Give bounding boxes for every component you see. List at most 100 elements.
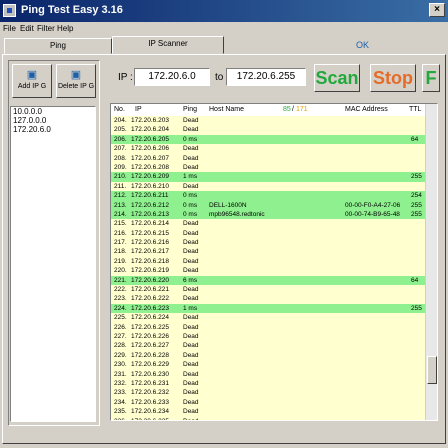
cell-no: 221. [114, 276, 127, 284]
cell-ip: 172.20.6.203 [131, 117, 169, 124]
header-mac[interactable]: MAC Address [345, 106, 388, 113]
cell-ping: Dead [183, 342, 199, 350]
menu-file[interactable]: File [3, 24, 16, 33]
cell-ip: 172.20.6.211 [131, 192, 169, 200]
list-item[interactable]: 10.0.0.0 [11, 107, 95, 116]
close-button[interactable]: × [429, 3, 445, 17]
cell-mac: 00-00-74-B9-65-48 [345, 210, 400, 218]
cell-ip: 172.20.6.219 [131, 267, 169, 275]
ip-group-list[interactable]: 10.0.0.0 127.0.0.0 172.20.6.0 [10, 106, 96, 422]
cell-no: 236. [114, 417, 127, 421]
header-no[interactable]: No. [114, 106, 125, 113]
table-row[interactable]: 234. 172.20.6.233 Dead [111, 397, 427, 408]
table-row[interactable]: 233. 172.20.6.232 Dead [111, 388, 427, 398]
table-row[interactable]: 222. 172.20.6.221 Dead [111, 285, 427, 295]
table-row[interactable]: 228. 172.20.6.227 Dead [111, 341, 427, 351]
add-ip-group-button[interactable]: ▣ Add IP G [12, 64, 52, 98]
table-row[interactable]: 212. 172.20.6.211 0 ms 254 [111, 191, 427, 201]
cell-no: 207. [114, 145, 127, 153]
list-item[interactable]: 172.20.6.0 [11, 125, 95, 134]
cell-ping: Dead [183, 248, 199, 256]
computer-icon: ▣ [26, 69, 38, 81]
table-row[interactable]: 226. 172.20.6.225 Dead [111, 322, 427, 332]
cell-ip: 172.20.6.222 [131, 295, 169, 303]
header-ping[interactable]: Ping [183, 106, 197, 113]
vertical-scrollbar[interactable] [425, 104, 437, 420]
app-icon [3, 4, 16, 17]
table-row[interactable]: 236. 172.20.6.235 Dead [111, 416, 427, 421]
menu-help[interactable]: Help [57, 24, 73, 33]
cell-ip: 172.20.6.226 [131, 332, 169, 340]
table-rows: 204. 172.20.6.203 Dead 205. 172.20.6.204 Dead… [111, 116, 427, 421]
cell-ip: 172.20.6.227 [131, 342, 169, 350]
menu-bar: File Edit Filter Help [0, 22, 448, 36]
table-row[interactable]: 217. 172.20.6.216 Dead [111, 238, 427, 248]
table-row[interactable]: 225. 172.20.6.224 Dead [111, 313, 427, 323]
ip-to-input[interactable]: 172.20.6.255 [226, 68, 306, 86]
cell-no: 209. [114, 163, 127, 171]
table-row[interactable]: 211. 172.20.6.210 Dead [111, 181, 427, 192]
cell-ip: 172.20.6.223 [131, 304, 169, 312]
cell-ping: Dead [183, 126, 199, 134]
alive-count: 85 [283, 106, 291, 113]
table-row[interactable]: 215. 172.20.6.214 Dead [111, 219, 427, 229]
table-row[interactable]: 207. 172.20.6.206 Dead [111, 144, 427, 154]
table-row[interactable]: 230. 172.20.6.229 Dead [111, 360, 427, 370]
cell-ping: Dead [183, 163, 199, 171]
cell-ttl: 254 [411, 192, 422, 200]
cell-ip: 172.20.6.218 [131, 257, 169, 265]
table-row[interactable]: 220. 172.20.6.219 Dead [111, 266, 427, 276]
cell-no: 205. [114, 126, 127, 134]
cell-ip: 172.20.6.228 [131, 351, 169, 359]
table-row[interactable]: 221. 172.20.6.220 6 ms 64 [111, 275, 427, 286]
cell-ttl: 255 [411, 201, 422, 209]
tab-ip-scanner[interactable]: IP Scanner [112, 36, 224, 54]
cell-ip: 172.20.6.232 [131, 389, 169, 397]
table-row[interactable]: 223. 172.20.6.222 Dead [111, 294, 427, 304]
filter-button[interactable]: F [422, 64, 440, 92]
cell-ip: 172.20.6.224 [131, 314, 169, 322]
table-row[interactable]: 229. 172.20.6.228 Dead [111, 350, 427, 361]
cell-no: 211. [114, 182, 127, 190]
cell-ip: 172.20.6.235 [131, 417, 169, 421]
header-ttl[interactable]: TTL [409, 106, 421, 113]
cell-no: 227. [114, 332, 127, 340]
table-row[interactable]: 214. 172.20.6.213 0 ms mpb96548.redtonic 00-… [111, 209, 427, 220]
scrollbar-thumb[interactable] [427, 356, 437, 384]
menu-filter[interactable]: Filter [37, 24, 55, 33]
table-row[interactable]: 209. 172.20.6.208 Dead [111, 162, 427, 173]
table-row[interactable]: 204. 172.20.6.203 Dead [111, 116, 427, 126]
cell-mac: 00-00-F0-A4-27-06 [345, 201, 401, 209]
menu-edit[interactable]: Edit [20, 24, 34, 33]
cell-ping: Dead [183, 314, 199, 322]
cell-ping: Dead [183, 286, 199, 294]
tab-ping[interactable]: Ping [4, 38, 112, 54]
header-ip[interactable]: IP [135, 106, 142, 113]
delete-ip-group-button[interactable]: ▣ Delete IP G [56, 64, 96, 98]
scan-results-table[interactable]: No. IP Ping Host Name 85 / 171 MAC Addre… [110, 103, 438, 421]
table-row[interactable]: 216. 172.20.6.215 Dead [111, 228, 427, 239]
table-row[interactable]: 235. 172.20.6.234 Dead [111, 407, 427, 417]
table-row[interactable]: 213. 172.20.6.212 0 ms DELL-1600N 00-00-F0-A… [111, 200, 427, 210]
table-row[interactable]: 219. 172.20.6.218 Dead [111, 256, 427, 267]
table-row[interactable]: 224. 172.20.6.223 1 ms 255 [111, 303, 427, 314]
cell-ping: 0 ms [183, 135, 198, 143]
table-row[interactable]: 218. 172.20.6.217 Dead [111, 247, 427, 257]
table-row[interactable]: 205. 172.20.6.204 Dead [111, 125, 427, 135]
list-item[interactable]: 127.0.0.0 [11, 116, 95, 125]
header-host[interactable]: Host Name [209, 106, 244, 113]
table-row[interactable]: 227. 172.20.6.226 Dead [111, 331, 427, 342]
cell-no: 223. [114, 295, 127, 303]
table-row[interactable]: 231. 172.20.6.230 Dead [111, 369, 427, 379]
cell-ping: Dead [183, 229, 199, 237]
scan-button[interactable]: Scan [314, 64, 360, 92]
ip-from-input[interactable]: 172.20.6.0 [134, 68, 210, 86]
computer-icon: ▣ [70, 69, 82, 81]
stop-button[interactable]: Stop [370, 64, 416, 92]
cell-ping: 1 ms [183, 173, 198, 181]
table-row[interactable]: 232. 172.20.6.231 Dead [111, 378, 427, 389]
table-row[interactable]: 210. 172.20.6.209 1 ms 255 [111, 172, 427, 182]
table-row[interactable]: 206. 172.20.6.205 0 ms 64 [111, 134, 427, 145]
cell-ping: Dead [183, 370, 199, 378]
table-row[interactable]: 208. 172.20.6.207 Dead [111, 153, 427, 163]
